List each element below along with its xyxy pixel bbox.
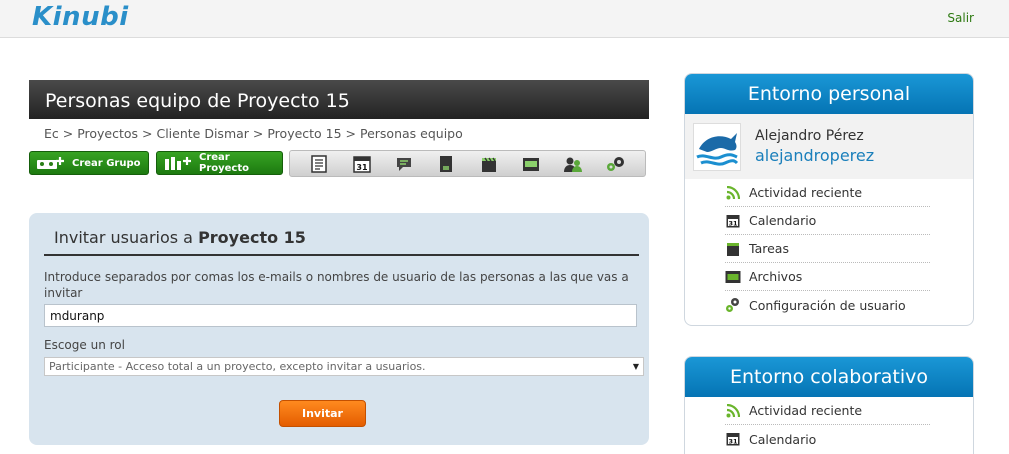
collab-item-calendario[interactable]: 31 Calendario bbox=[725, 425, 930, 453]
breadcrumb-item[interactable]: Proyecto 15 bbox=[267, 126, 341, 141]
menu-item-tareas[interactable]: Tareas bbox=[725, 235, 930, 263]
chevron-down-icon: ▼ bbox=[632, 362, 639, 371]
settings-icon[interactable] bbox=[603, 153, 629, 175]
invite-panel: Invitar usuarios a Proyecto 15 Introduce… bbox=[29, 213, 649, 445]
personal-menu: Actividad reciente 31 Calendario Tareas … bbox=[685, 179, 973, 319]
document-icon[interactable] bbox=[306, 153, 332, 175]
tasks-icon bbox=[725, 241, 741, 257]
breadcrumb-item[interactable]: Ec bbox=[44, 126, 59, 141]
page-title: Personas equipo de Proyecto 15 bbox=[29, 80, 649, 119]
gears-icon bbox=[725, 297, 741, 313]
comments-icon[interactable] bbox=[391, 153, 417, 175]
username-link[interactable]: alejandroperez bbox=[755, 146, 874, 165]
personal-panel: Entorno personal Alejandro Pérez alejand… bbox=[684, 73, 974, 326]
calendar-icon: 31 bbox=[725, 431, 741, 447]
email-input[interactable] bbox=[44, 304, 637, 327]
invite-button[interactable]: Invitar bbox=[279, 400, 366, 427]
breadcrumb-item-current: Personas equipo bbox=[360, 126, 463, 141]
logout-link[interactable]: Salir bbox=[947, 11, 974, 25]
user-full-name: Alejandro Pérez bbox=[755, 128, 864, 144]
group-add-icon bbox=[36, 155, 66, 171]
breadcrumb: Ec > Proyectos > Cliente Dismar > Proyec… bbox=[44, 126, 463, 141]
collab-menu: Actividad reciente 31 Calendario bbox=[685, 397, 973, 453]
top-bar: Kinubi Salir bbox=[0, 0, 1009, 38]
divider bbox=[44, 254, 639, 256]
collab-item-actividad[interactable]: Actividad reciente bbox=[725, 397, 930, 425]
menu-item-archivos[interactable]: Archivos bbox=[725, 263, 930, 291]
calendar-icon: 31 bbox=[725, 213, 741, 229]
breadcrumb-item[interactable]: Cliente Dismar bbox=[156, 126, 248, 141]
invite-instructions: Introduce separados por comas los e-mail… bbox=[44, 270, 629, 300]
menu-item-configuracion[interactable]: Configuración de usuario bbox=[725, 291, 930, 319]
svg-text:31: 31 bbox=[728, 219, 738, 227]
avatar[interactable] bbox=[693, 122, 741, 171]
role-label: Escoge un rol bbox=[44, 338, 125, 352]
project-add-icon bbox=[163, 155, 193, 171]
role-select[interactable]: Participante - Acceso total a un proyect… bbox=[44, 357, 644, 376]
breadcrumb-item[interactable]: Proyectos bbox=[77, 126, 138, 141]
folder-icon bbox=[725, 269, 741, 285]
tool-strip: 31 bbox=[289, 150, 646, 177]
users-icon[interactable] bbox=[560, 153, 586, 175]
svg-text:31: 31 bbox=[728, 438, 738, 446]
menu-item-actividad[interactable]: Actividad reciente bbox=[725, 179, 930, 207]
collab-panel: Entorno colaborativo Actividad reciente … bbox=[684, 356, 974, 454]
rss-icon bbox=[725, 185, 741, 201]
rss-icon bbox=[725, 403, 741, 419]
files-icon[interactable] bbox=[518, 153, 544, 175]
menu-item-calendario[interactable]: 31 Calendario bbox=[725, 207, 930, 235]
role-selected-value: Participante - Acceso total a un proyect… bbox=[49, 360, 426, 373]
personal-title: Entorno personal bbox=[685, 74, 973, 114]
notes-icon[interactable] bbox=[433, 153, 459, 175]
create-project-button[interactable]: Crear Proyecto bbox=[156, 151, 283, 175]
logo[interactable]: Kinubi bbox=[32, 2, 129, 32]
clapboard-icon[interactable] bbox=[476, 153, 502, 175]
create-project-label: Crear Proyecto bbox=[199, 152, 250, 174]
svg-text:31: 31 bbox=[356, 163, 368, 172]
collab-title: Entorno colaborativo bbox=[685, 357, 973, 397]
invite-title: Invitar usuarios a Proyecto 15 bbox=[54, 228, 306, 247]
calendar-icon[interactable]: 31 bbox=[349, 153, 375, 175]
create-group-label: Crear Grupo bbox=[72, 157, 141, 169]
user-profile: Alejandro Pérez alejandroperez bbox=[685, 114, 973, 179]
create-group-button[interactable]: Crear Grupo bbox=[29, 151, 149, 175]
